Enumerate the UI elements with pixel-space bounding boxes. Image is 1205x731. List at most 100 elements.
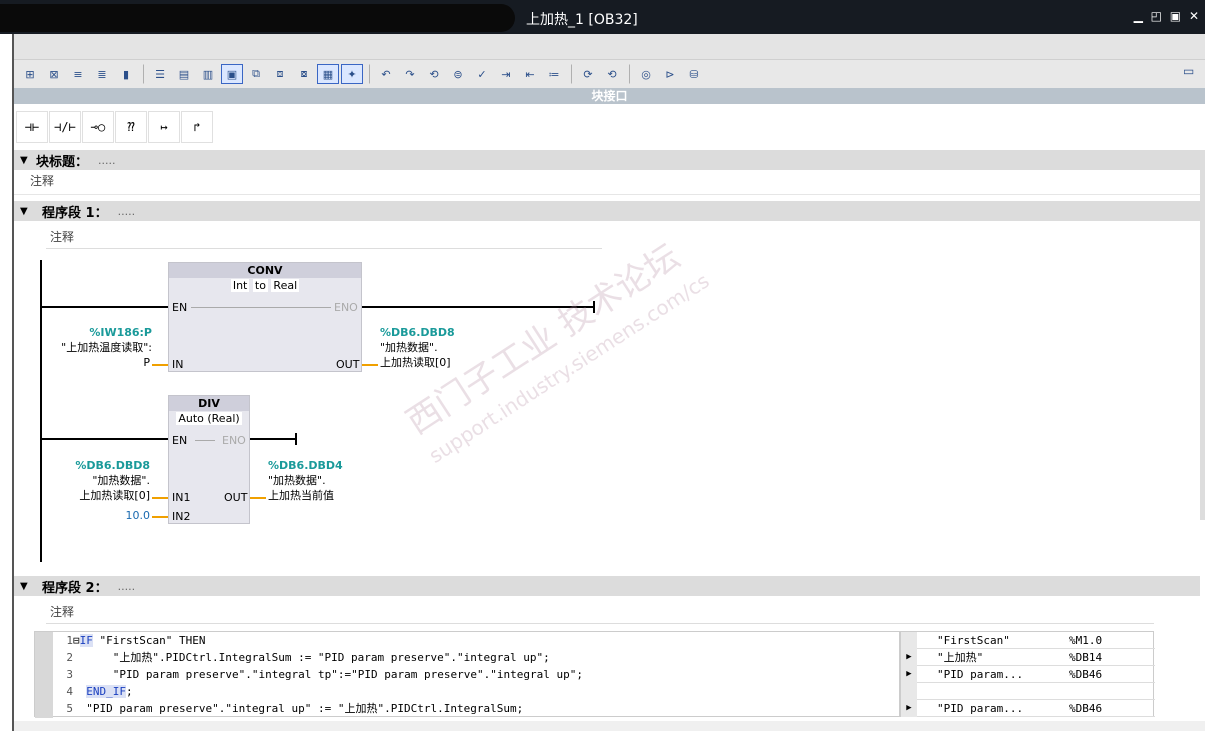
expand-arrow-icon[interactable] [901, 632, 917, 649]
conv-out-symbol-1[interactable]: "加热数据". [380, 341, 438, 355]
scl-line[interactable]: 5 "PID param preserve"."integral up" := … [57, 700, 523, 717]
vertical-scrollbar[interactable] [1200, 150, 1205, 520]
conv-out-address[interactable]: %DB6.DBD8 [380, 326, 455, 340]
left-edge [0, 34, 14, 731]
conv-out-symbol-2[interactable]: 上加热读取[0] [380, 356, 451, 370]
div-box[interactable]: DIV Auto (Real) [168, 395, 250, 524]
operand-row[interactable]: ▶ "PID param... %DB46 [901, 666, 1155, 683]
close-all-networks-icon[interactable]: ▤ [173, 64, 195, 84]
expand-arrow-icon[interactable]: ▶ [901, 700, 917, 717]
collapse-triangle-icon[interactable]: ▼ [20, 581, 36, 592]
expand-arrow-icon[interactable]: ▶ [901, 649, 917, 666]
scl-gutter [35, 632, 53, 718]
div-in1-address[interactable]: %DB6.DBD8 [50, 459, 150, 473]
div-out-symbol-1[interactable]: "加热数据". [268, 474, 326, 488]
block-comment[interactable]: 注释 [30, 172, 54, 189]
list-icon[interactable]: ≔ [543, 64, 565, 84]
go-to-error-icon[interactable]: ↶ [375, 64, 397, 84]
network-view-icon[interactable]: ▥ [197, 64, 219, 84]
collapse-triangle-icon[interactable]: ▼ [20, 206, 36, 217]
expand-arrow-icon[interactable]: ▶ [901, 666, 917, 683]
close-branch-icon[interactable]: ↱ [181, 111, 213, 143]
div-type[interactable]: Auto (Real) [169, 411, 249, 426]
block-title-value[interactable]: ..... [98, 154, 115, 167]
bottom-edge [14, 721, 1205, 731]
menu-area [14, 34, 1205, 60]
delete-network-icon[interactable]: ⊠ [43, 64, 65, 84]
open-all-networks-icon[interactable]: ☰ [149, 64, 171, 84]
operand-row[interactable]: "FirstScan" %M1.0 [901, 632, 1155, 649]
window-controls[interactable]: ▁ ◰ ▣ ✕ [1134, 9, 1201, 23]
no-contact-icon[interactable]: ⊣⊢ [16, 111, 48, 143]
block-icon[interactable]: ▮ [115, 64, 137, 84]
div-in1-symbol-2[interactable]: 上加热读取[0] [50, 489, 150, 503]
open-branch-icon[interactable]: ↦ [148, 111, 180, 143]
scl-line[interactable]: 3 "PID param preserve"."integral tp":="P… [57, 666, 583, 683]
conv-in-symbol[interactable]: "上加热温度读取": [36, 341, 152, 355]
conv-box[interactable]: CONV Int to Real [168, 262, 362, 372]
outdent-icon[interactable]: ⇤ [519, 64, 541, 84]
network-1-comment[interactable]: 注释 [50, 228, 74, 245]
force-icon[interactable]: ⊳ [659, 64, 681, 84]
favorites-icon[interactable]: ✦ [341, 64, 363, 84]
monitor-on-icon[interactable]: ⟳ [577, 64, 599, 84]
div-out-symbol-2[interactable]: 上加热当前值 [268, 489, 334, 503]
fold-icon[interactable]: ⊟ [73, 634, 80, 647]
network-1-header[interactable]: ▼ 程序段 1： ..... [14, 201, 1200, 221]
conv-type-from[interactable]: Int [230, 279, 250, 292]
network-2-title[interactable]: ..... [118, 580, 135, 593]
indent-icon[interactable]: ⇥ [495, 64, 517, 84]
monitor-off-icon[interactable]: ⟲ [601, 64, 623, 84]
comment-toggle-icon[interactable]: ▦ [317, 64, 339, 84]
insert-row-icon[interactable]: ≡ [67, 64, 89, 84]
divider [46, 248, 602, 249]
update-calls-icon[interactable]: ⟲ [423, 64, 445, 84]
symbol-info-icon[interactable]: ⧈ [269, 64, 291, 84]
append-row-icon[interactable]: ≣ [91, 64, 113, 84]
network-comments-icon[interactable]: ▣ [221, 64, 243, 84]
block-title-label: 块标题： [36, 154, 89, 170]
toolbar-separator [143, 64, 145, 84]
network-2-header[interactable]: ▼ 程序段 2： ..... [14, 576, 1200, 596]
operand-row[interactable]: ▶ "PID param... %DB46 [901, 700, 1155, 717]
check-icon[interactable]: ✓ [471, 64, 493, 84]
conv-type-to[interactable]: Real [271, 279, 300, 292]
conv-type-to-label: to [252, 279, 268, 292]
div-eno-pin: ENO [222, 434, 246, 447]
scl-line[interactable]: 2 "上加热".PIDCtrl.IntegralSum := "PID para… [57, 649, 549, 666]
div-in1-symbol-1[interactable]: "加热数据". [50, 474, 150, 488]
prev-error-icon[interactable]: ↷ [399, 64, 421, 84]
coil-icon[interactable]: ⊸○ [82, 111, 114, 143]
conv-eno-pin: ENO [334, 301, 358, 314]
network-1-title[interactable]: ..... [118, 205, 135, 218]
div-out-address[interactable]: %DB6.DBD4 [268, 459, 343, 473]
empty-box-icon[interactable]: ⁇ [115, 111, 147, 143]
conv-in-address[interactable]: %IW186:P [60, 326, 152, 340]
internal-wire [195, 440, 215, 441]
div-in2-pin: IN2 [172, 510, 191, 523]
div-in2-value[interactable]: 10.0 [110, 509, 151, 523]
watch-icon[interactable]: ◎ [635, 64, 657, 84]
collapse-triangle-icon[interactable]: ▼ [20, 155, 36, 166]
scl-line[interactable]: 4 END_IF; [57, 683, 133, 700]
compare-icon[interactable]: ⊜ [447, 64, 469, 84]
insert-network-icon[interactable]: ⊞ [19, 64, 41, 84]
absolute-operands-icon[interactable]: ⧉ [245, 64, 267, 84]
tag-info-icon[interactable]: ⧇ [293, 64, 315, 84]
block-title-header[interactable]: ▼ 块标题： ..... [14, 150, 1200, 170]
conv-name: CONV [169, 263, 361, 278]
conv-out-pin: OUT [336, 358, 360, 371]
operand-row[interactable]: ▶ "上加热" %DB14 [901, 649, 1155, 666]
wire-end [593, 301, 595, 313]
network-2-comment[interactable]: 注释 [50, 603, 74, 620]
window-title: 上加热_1 [OB32] [526, 12, 638, 28]
network-1-label: 程序段 1： [42, 205, 108, 221]
block-interface-bar[interactable]: 块接口 [14, 88, 1205, 104]
scl-line[interactable]: 1⊟IF "FirstScan" THEN [57, 632, 205, 649]
wire-eno-div [250, 438, 296, 440]
nc-contact-icon[interactable]: ⊣/⊢ [49, 111, 81, 143]
scl-editor[interactable]: 1⊟IF "FirstScan" THEN 2 "上加热".PIDCtrl.In… [34, 631, 900, 718]
database-icon[interactable]: ⛁ [683, 64, 705, 84]
toolbar-separator [369, 64, 371, 84]
toolbar-options-icon[interactable]: ▭ [1183, 64, 1201, 82]
